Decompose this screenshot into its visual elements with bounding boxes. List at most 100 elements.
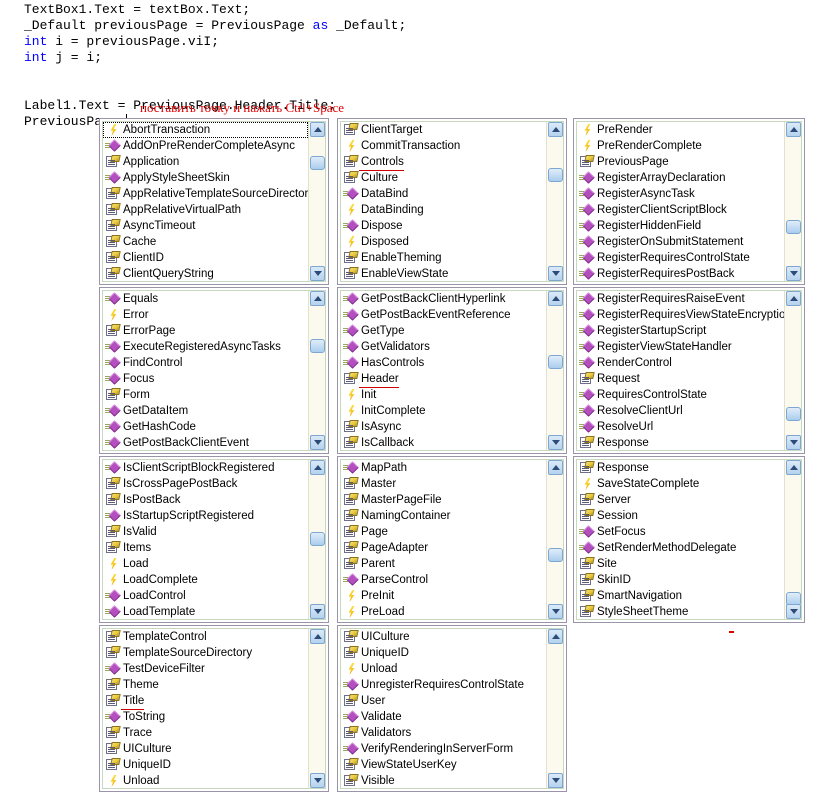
vertical-scrollbar[interactable] [308,460,325,619]
scroll-up-arrow-icon[interactable] [548,629,563,644]
completion-item-list[interactable]: UICulture UniqueID Unload UnregisterRequire… [341,629,546,788]
completion-item-list[interactable]: Equals Error ErrorPage ExecuteRegisteredAsy… [103,291,308,450]
completion-item[interactable]: TestDeviceFilter [103,661,308,677]
completion-item[interactable]: ViewStateUserKey [341,757,546,773]
completion-item[interactable]: Trace [103,725,308,741]
completion-item[interactable]: GetPostBackClientEvent [103,435,308,450]
completion-item-list[interactable]: AbortTransaction AddOnPreRenderCompleteAs… [103,122,308,281]
completion-item[interactable]: InitComplete [341,403,546,419]
completion-item-list[interactable]: ClientTarget CommitTransaction Controls Cul… [341,122,546,281]
scrollbar-thumb[interactable] [786,220,801,234]
completion-item[interactable]: PreviousPage [577,154,784,170]
scrollbar-thumb[interactable] [548,548,563,562]
completion-item-list[interactable]: PreRender PreRenderComplete PreviousPage Re… [577,122,784,281]
completion-item[interactable]: VerifyRenderingInServerForm [341,741,546,757]
scroll-up-arrow-icon[interactable] [310,460,325,475]
completion-item[interactable]: SetRenderMethodDelegate [577,540,784,556]
completion-item[interactable]: Theme [103,677,308,693]
completion-item[interactable]: NamingContainer [341,508,546,524]
completion-item[interactable]: Load [103,556,308,572]
completion-item[interactable]: PreInit [341,588,546,604]
completion-item[interactable]: LoadTemplate [103,604,308,619]
completion-item[interactable]: UniqueID [341,645,546,661]
completion-item[interactable]: GetPostBackClientHyperlink [341,291,546,307]
scroll-down-arrow-icon[interactable] [548,773,563,788]
completion-item[interactable]: RegisterRequiresRaiseEvent [577,291,784,307]
vertical-scrollbar[interactable] [784,291,801,450]
completion-item[interactable]: MasterPageFile [341,492,546,508]
intellisense-completion-list[interactable]: IsClientScriptBlockRegistered IsCrossPage… [99,456,329,623]
completion-item[interactable]: Site [577,556,784,572]
completion-item[interactable]: Response [577,435,784,450]
completion-item-list[interactable]: MapPath Master MasterPageFile NamingContain… [341,460,546,619]
completion-item[interactable]: Disposed [341,234,546,250]
scroll-up-arrow-icon[interactable] [786,460,801,475]
completion-item[interactable]: Page [341,524,546,540]
completion-item[interactable]: Parent [341,556,546,572]
completion-item[interactable]: PreLoad [341,604,546,619]
scroll-down-arrow-icon[interactable] [310,435,325,450]
intellisense-completion-list[interactable]: MapPath Master MasterPageFile NamingContain… [337,456,567,623]
completion-item[interactable]: UniqueID [103,757,308,773]
completion-item[interactable]: UICulture [341,629,546,645]
scrollbar-thumb[interactable] [310,156,325,170]
scroll-down-arrow-icon[interactable] [786,435,801,450]
completion-item[interactable]: LoadControl [103,588,308,604]
completion-item[interactable]: Title [103,693,308,710]
completion-item[interactable]: ClientTarget [341,122,546,138]
intellisense-completion-list[interactable]: Equals Error ErrorPage ExecuteRegisteredAsy… [99,287,329,454]
completion-item[interactable]: Error [103,307,308,323]
scroll-up-arrow-icon[interactable] [310,629,325,644]
scroll-up-arrow-icon[interactable] [786,291,801,306]
scroll-up-arrow-icon[interactable] [548,291,563,306]
completion-item[interactable]: ApplyStyleSheetSkin [103,170,308,186]
completion-item[interactable]: Controls [341,154,546,171]
completion-item[interactable]: Equals [103,291,308,307]
completion-item[interactable]: Culture [341,170,546,186]
scroll-down-arrow-icon[interactable] [786,266,801,281]
intellisense-completion-list[interactable]: PreRender PreRenderComplete PreviousPage Re… [573,118,805,285]
completion-item-list[interactable]: TemplateControl TemplateSourceDirectory Te… [103,629,308,788]
completion-item[interactable]: Session [577,508,784,524]
completion-item[interactable]: Validators [341,725,546,741]
completion-item[interactable]: Dispose [341,218,546,234]
completion-item[interactable]: ToString [103,709,308,725]
completion-item[interactable]: RegisterArrayDeclaration [577,170,784,186]
completion-item[interactable]: RenderControl [577,355,784,371]
intellisense-completion-list[interactable]: TemplateControl TemplateSourceDirectory Te… [99,625,329,792]
completion-item[interactable]: RegisterRequiresControlState [577,250,784,266]
completion-item[interactable]: Response [577,460,784,476]
completion-item[interactable]: RegisterStartupScript [577,323,784,339]
scrollbar-thumb[interactable] [786,407,801,421]
scrollbar-thumb[interactable] [310,532,325,546]
completion-item[interactable]: DataBind [341,186,546,202]
completion-item[interactable]: UnregisterRequiresControlState [341,677,546,693]
completion-item[interactable]: AppRelativeVirtualPath [103,202,308,218]
completion-item-list[interactable]: Response SaveStateComplete Server Session Se… [577,460,784,619]
completion-item[interactable]: PageAdapter [341,540,546,556]
completion-item[interactable]: Master [341,476,546,492]
completion-item[interactable]: AddOnPreRenderCompleteAsync [103,138,308,154]
completion-item[interactable]: StyleSheetTheme [577,604,784,619]
completion-item[interactable]: GetType [341,323,546,339]
completion-item[interactable]: HasControls [341,355,546,371]
completion-item[interactable]: Request [577,371,784,387]
completion-item[interactable]: RegisterRequiresPostBack [577,266,784,281]
completion-item[interactable]: GetDataItem [103,403,308,419]
vertical-scrollbar[interactable] [546,460,563,619]
completion-item[interactable]: Visible [341,773,546,788]
completion-item[interactable]: ClientQueryString [103,266,308,281]
scroll-up-arrow-icon[interactable] [548,460,563,475]
vertical-scrollbar[interactable] [308,629,325,788]
completion-item[interactable]: Unload [341,661,546,677]
scrollbar-thumb[interactable] [548,355,563,369]
completion-item[interactable]: User [341,693,546,709]
vertical-scrollbar[interactable] [784,460,801,619]
completion-item[interactable]: RegisterViewStateHandler [577,339,784,355]
completion-item[interactable]: RegisterAsyncTask [577,186,784,202]
completion-item[interactable]: PreRender [577,122,784,138]
scroll-up-arrow-icon[interactable] [786,122,801,137]
completion-item[interactable]: EnableViewState [341,266,546,281]
completion-item[interactable]: IsAsync [341,419,546,435]
vertical-scrollbar[interactable] [546,629,563,788]
